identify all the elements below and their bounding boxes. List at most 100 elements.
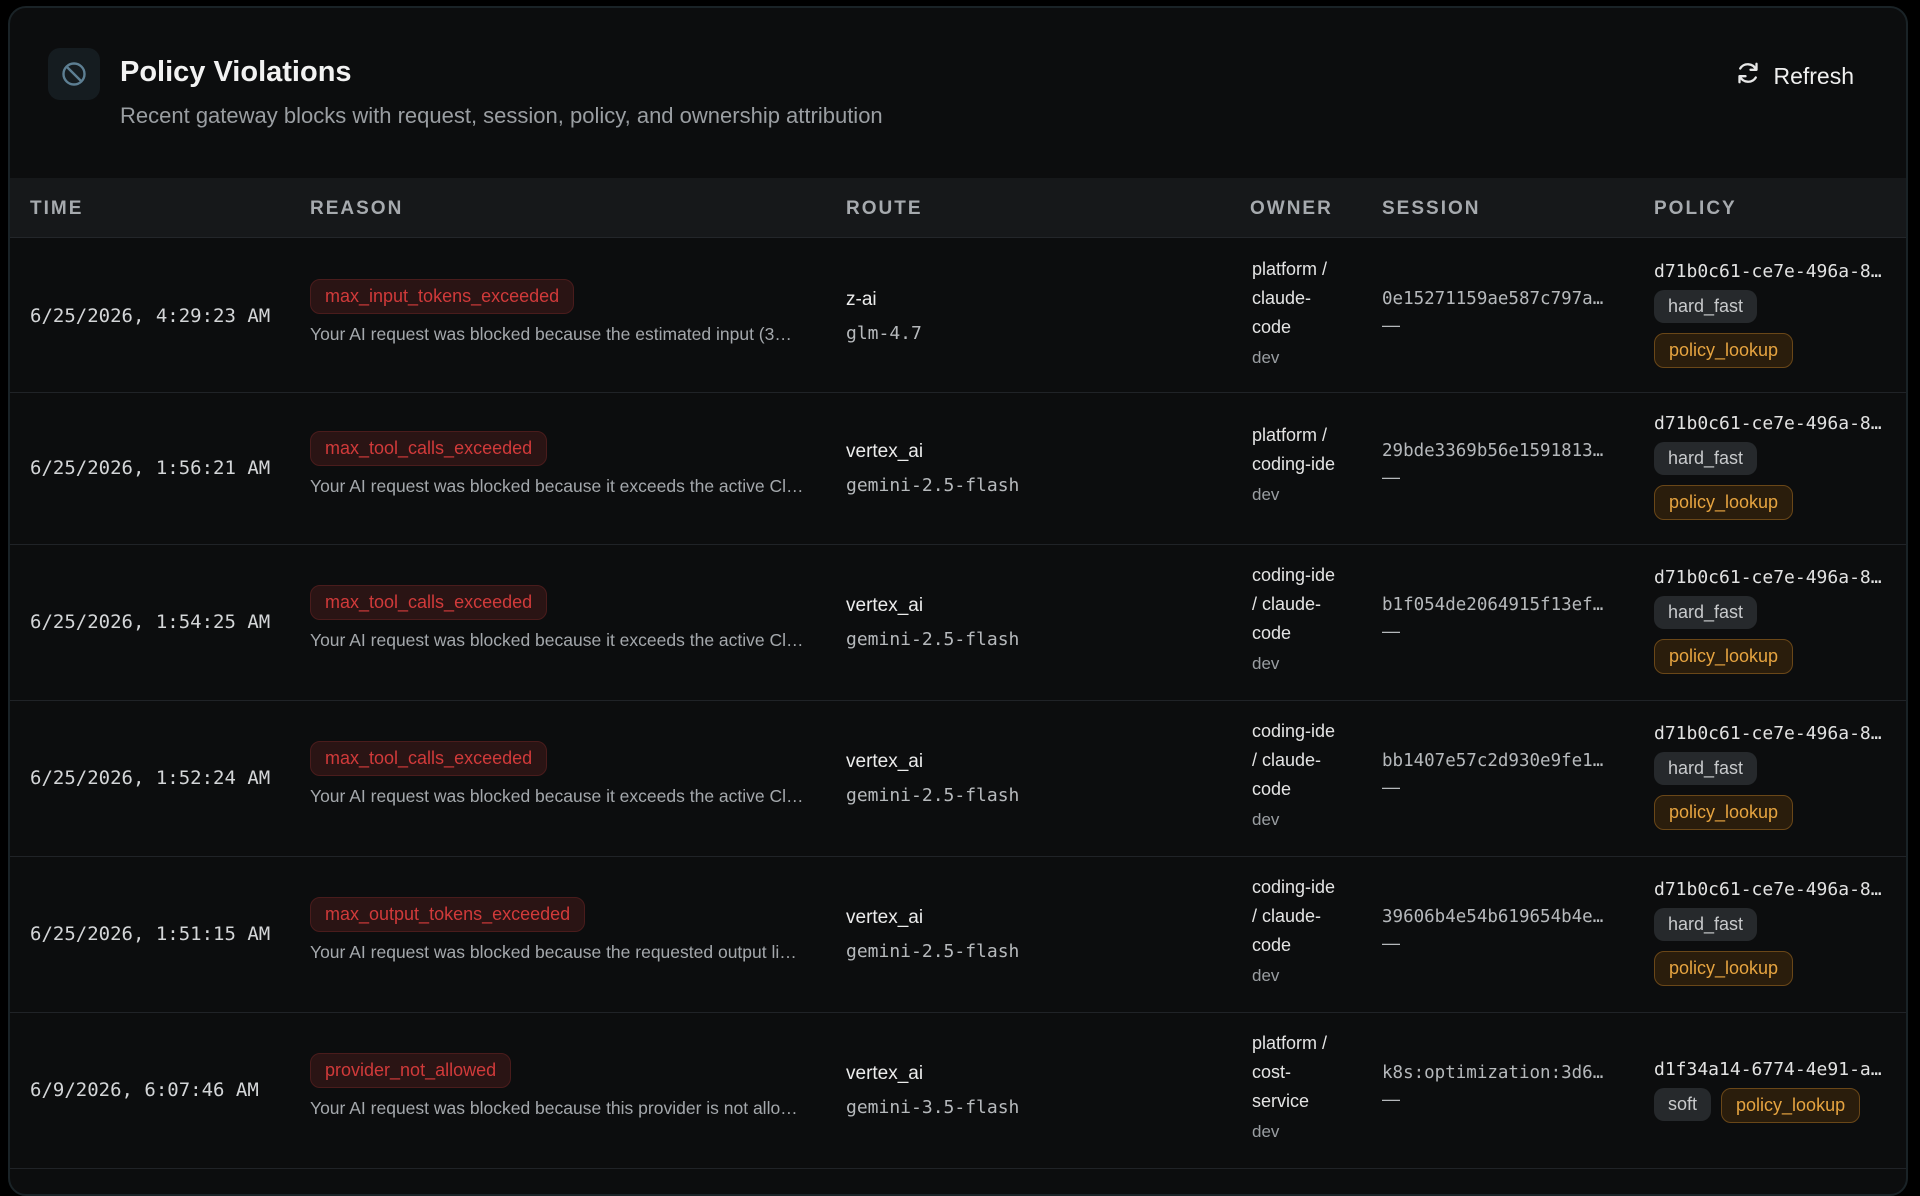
- reason-cell: max_tool_calls_exceeded Your AI request …: [310, 431, 804, 497]
- route-model: gemini-2.5-flash: [846, 475, 1020, 496]
- policy-source-badge: policy_lookup: [1654, 485, 1794, 520]
- page-title: Policy Violations: [120, 56, 352, 88]
- policy-id[interactable]: d71b0c61-ce7e-496a-8…: [1654, 879, 1882, 900]
- session-cell: k8s:optimization:3d6… —: [1382, 1063, 1603, 1110]
- policy-cell: d71b0c61-ce7e-496a-8… hard_fast policy_l…: [1654, 879, 1882, 986]
- owner-line: coding-ide: [1252, 454, 1336, 474]
- table-row[interactable]: 6/25/2026, 1:51:15 AM max_output_tokens_…: [10, 857, 1906, 1013]
- policy-source-badge: policy_lookup: [1654, 795, 1794, 830]
- route-provider: vertex_ai: [846, 441, 924, 462]
- owner-environment: dev: [1252, 485, 1280, 504]
- policy-id[interactable]: d1f34a14-6774-4e91-a…: [1654, 1059, 1882, 1080]
- enforcement-mode-badge: hard_fast: [1654, 596, 1758, 629]
- owner-environment: dev: [1252, 654, 1280, 673]
- refresh-icon: [1735, 60, 1761, 92]
- reason-message: Your AI request was blocked because the …: [310, 324, 792, 344]
- session-cell: bb1407e57c2d930e9fe1… —: [1382, 751, 1603, 798]
- route-cell: vertex_ai gemini-2.5-flash: [846, 595, 1019, 650]
- enforcement-mode-badge: hard_fast: [1654, 908, 1758, 941]
- session-id[interactable]: 29bde3369b56e1591813…: [1382, 441, 1603, 461]
- policy-id[interactable]: d71b0c61-ce7e-496a-8…: [1654, 413, 1882, 434]
- enforcement-mode-badge: soft: [1654, 1088, 1712, 1121]
- owner-line: code: [1252, 317, 1292, 337]
- page-subtitle: Recent gateway blocks with request, sess…: [120, 103, 883, 128]
- refresh-label: Refresh: [1773, 62, 1854, 89]
- reason-cell: max_tool_calls_exceeded Your AI request …: [310, 585, 804, 651]
- reason-cell: max_input_tokens_exceeded Your AI reques…: [310, 279, 792, 345]
- owner-cell: platform / coding-ide dev: [1252, 421, 1335, 505]
- column-header-owner[interactable]: OWNER: [1250, 198, 1333, 220]
- time-cell: 6/25/2026, 1:51:15 AM: [30, 923, 271, 945]
- column-header-route[interactable]: ROUTE: [846, 198, 923, 220]
- owner-line: code: [1252, 623, 1292, 643]
- table-row[interactable]: 6/25/2026, 1:52:24 AM max_tool_calls_exc…: [10, 701, 1906, 857]
- session-id[interactable]: 0e15271159ae587c797a…: [1382, 289, 1603, 309]
- time-cell: 6/25/2026, 4:29:23 AM: [30, 305, 271, 327]
- column-header-session[interactable]: SESSION: [1382, 198, 1480, 220]
- session-cell: 39606b4e54b619654b4e… —: [1382, 907, 1603, 954]
- policy-id[interactable]: d71b0c61-ce7e-496a-8…: [1654, 261, 1882, 282]
- policy-violations-panel: Policy Violations Recent gateway blocks …: [8, 6, 1908, 1196]
- column-header-policy[interactable]: POLICY: [1654, 198, 1737, 220]
- reason-code-badge: max_tool_calls_exceeded: [310, 585, 548, 620]
- time-cell: 6/25/2026, 1:54:25 AM: [30, 611, 271, 633]
- table-row[interactable]: 6/25/2026, 4:29:23 AM max_input_tokens_e…: [10, 239, 1906, 393]
- session-id[interactable]: k8s:optimization:3d6…: [1382, 1063, 1603, 1083]
- session-secondary: —: [1382, 1089, 1400, 1109]
- session-id[interactable]: b1f054de2064915f13ef…: [1382, 595, 1603, 615]
- session-secondary: —: [1382, 621, 1400, 641]
- route-model: gemini-2.5-flash: [846, 629, 1020, 650]
- route-cell: vertex_ai gemini-3.5-flash: [846, 1063, 1019, 1118]
- table-header: TIME REASON ROUTE OWNER SESSION POLICY: [10, 178, 1906, 238]
- route-cell: vertex_ai gemini-2.5-flash: [846, 441, 1019, 496]
- policy-cell: d71b0c61-ce7e-496a-8… hard_fast policy_l…: [1654, 413, 1882, 520]
- route-model: gemini-3.5-flash: [846, 1097, 1020, 1118]
- route-cell: vertex_ai gemini-2.5-flash: [846, 751, 1019, 806]
- route-provider: vertex_ai: [846, 751, 924, 772]
- route-provider: vertex_ai: [846, 595, 924, 616]
- route-cell: z-ai glm-4.7: [846, 289, 922, 344]
- reason-message: Your AI request was blocked because it e…: [310, 786, 804, 806]
- reason-cell: max_tool_calls_exceeded Your AI request …: [310, 741, 804, 807]
- time-cell: 6/25/2026, 1:56:21 AM: [30, 457, 271, 479]
- session-secondary: —: [1382, 777, 1400, 797]
- reason-code-badge: provider_not_allowed: [310, 1053, 512, 1088]
- owner-line: platform /: [1252, 259, 1328, 279]
- refresh-button[interactable]: Refresh: [1735, 60, 1854, 92]
- policy-id[interactable]: d71b0c61-ce7e-496a-8…: [1654, 567, 1882, 588]
- owner-cell: coding-ide / claude- code dev: [1252, 717, 1335, 830]
- owner-line: coding-ide: [1252, 721, 1336, 741]
- session-cell: 0e15271159ae587c797a… —: [1382, 289, 1603, 336]
- owner-line: platform /: [1252, 1033, 1328, 1053]
- owner-line: coding-ide: [1252, 877, 1336, 897]
- table-row[interactable]: 6/25/2026, 1:56:21 AM max_tool_calls_exc…: [10, 393, 1906, 545]
- owner-environment: dev: [1252, 1122, 1280, 1141]
- table-row[interactable]: 6/9/2026, 6:07:46 AM provider_not_allowe…: [10, 1013, 1906, 1169]
- owner-line: claude-: [1252, 288, 1312, 308]
- session-secondary: —: [1382, 467, 1400, 487]
- owner-cell: platform / claude- code dev: [1252, 255, 1327, 368]
- column-header-time[interactable]: TIME: [30, 198, 83, 220]
- reason-cell: max_output_tokens_exceeded Your AI reque…: [310, 897, 797, 963]
- route-cell: vertex_ai gemini-2.5-flash: [846, 907, 1019, 962]
- session-id[interactable]: 39606b4e54b619654b4e…: [1382, 907, 1603, 927]
- column-header-reason[interactable]: REASON: [310, 198, 403, 220]
- enforcement-mode-badge: hard_fast: [1654, 752, 1758, 785]
- policy-id[interactable]: d71b0c61-ce7e-496a-8…: [1654, 723, 1882, 744]
- session-secondary: —: [1382, 315, 1400, 335]
- reason-message: Your AI request was blocked because it e…: [310, 630, 804, 650]
- policy-cell: d71b0c61-ce7e-496a-8… hard_fast policy_l…: [1654, 261, 1882, 368]
- reason-code-badge: max_input_tokens_exceeded: [310, 279, 575, 314]
- owner-environment: dev: [1252, 810, 1280, 829]
- table-row[interactable]: 6/25/2026, 1:54:25 AM max_tool_calls_exc…: [10, 545, 1906, 701]
- policy-source-badge: policy_lookup: [1721, 1088, 1861, 1123]
- reason-message: Your AI request was blocked because this…: [310, 1098, 798, 1118]
- route-model: glm-4.7: [846, 323, 922, 344]
- reason-message: Your AI request was blocked because it e…: [310, 476, 804, 496]
- time-cell: 6/25/2026, 1:52:24 AM: [30, 767, 271, 789]
- route-provider: vertex_ai: [846, 907, 924, 928]
- session-id[interactable]: bb1407e57c2d930e9fe1…: [1382, 751, 1603, 771]
- owner-line: cost-: [1252, 1062, 1292, 1082]
- owner-environment: dev: [1252, 966, 1280, 985]
- route-provider: vertex_ai: [846, 1063, 924, 1084]
